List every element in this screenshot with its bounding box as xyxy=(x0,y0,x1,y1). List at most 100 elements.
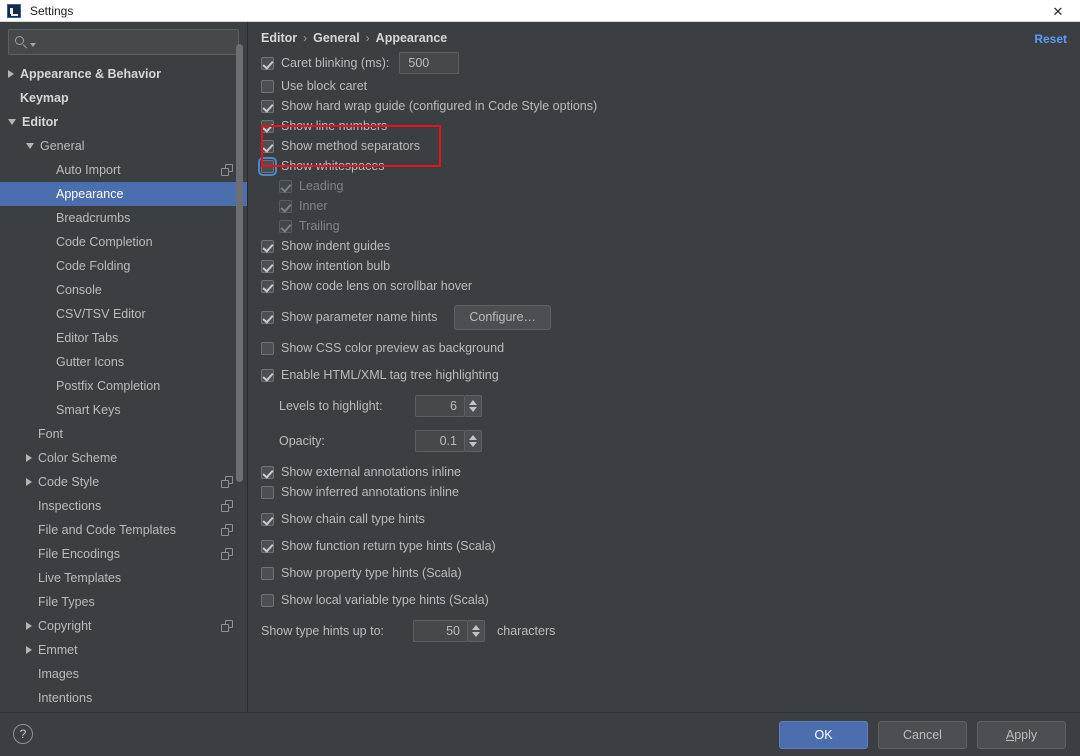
spinner-up-icon[interactable] xyxy=(472,625,480,630)
sidebar-scrollbar[interactable] xyxy=(236,44,243,482)
sidebar-item-breadcrumbs[interactable]: Breadcrumbs xyxy=(0,206,247,230)
checkbox[interactable] xyxy=(261,79,274,93)
chevron-down-icon[interactable] xyxy=(26,143,34,149)
checkbox[interactable] xyxy=(261,465,274,479)
ok-button[interactable]: OK xyxy=(779,721,868,749)
checkbox[interactable] xyxy=(261,341,274,355)
breadcrumb-item-general[interactable]: General xyxy=(313,31,360,45)
spinner-buttons[interactable] xyxy=(465,430,482,452)
sidebar-item-editor-tabs[interactable]: Editor Tabs xyxy=(0,326,247,350)
spinner[interactable]: 50 xyxy=(413,620,485,642)
sidebar-item-general[interactable]: General xyxy=(0,134,247,158)
option-row[interactable]: Show intention bulb xyxy=(248,256,1080,276)
checkbox[interactable] xyxy=(261,259,274,273)
checkbox[interactable] xyxy=(261,485,274,499)
spinner[interactable]: 6 xyxy=(415,395,482,417)
copy-icon[interactable] xyxy=(221,500,233,512)
sidebar-item-editor[interactable]: Editor xyxy=(0,110,247,134)
option-row[interactable]: Show function return type hints (Scala) xyxy=(248,536,1080,556)
option-row[interactable]: Show inferred annotations inline xyxy=(248,482,1080,502)
sidebar-item-images[interactable]: Images xyxy=(0,662,247,686)
checkbox[interactable] xyxy=(279,219,292,233)
spinner-up-icon[interactable] xyxy=(469,400,477,405)
sidebar-item-postfix-completion[interactable]: Postfix Completion xyxy=(0,374,247,398)
sidebar-item-appearance-behavior[interactable]: Appearance & Behavior xyxy=(0,62,247,86)
sidebar-item-live-templates[interactable]: Live Templates xyxy=(0,566,247,590)
configure-button[interactable]: Configure… xyxy=(454,304,552,330)
breadcrumb-item-editor[interactable]: Editor xyxy=(261,31,297,45)
option-row[interactable]: Show CSS color preview as background xyxy=(248,338,1080,358)
spinner-down-icon[interactable] xyxy=(469,442,477,447)
reset-link[interactable]: Reset xyxy=(1034,32,1067,46)
option-row[interactable]: Show chain call type hints xyxy=(248,509,1080,529)
sidebar-item-inspections[interactable]: Inspections xyxy=(0,494,247,518)
breadcrumb-item-appearance[interactable]: Appearance xyxy=(376,31,448,45)
option-row[interactable]: Show property type hints (Scala) xyxy=(248,563,1080,583)
sidebar-item-file-and-code-templates[interactable]: File and Code Templates xyxy=(0,518,247,542)
sidebar-item-emmet[interactable]: Emmet xyxy=(0,638,247,662)
option-row[interactable]: Show method separators xyxy=(248,136,1080,156)
spinner-buttons[interactable] xyxy=(465,395,482,417)
checkbox[interactable] xyxy=(261,139,274,153)
sidebar-item-code-folding[interactable]: Code Folding xyxy=(0,254,247,278)
apply-button[interactable]: Apply xyxy=(977,721,1066,749)
sidebar-item-console[interactable]: Console xyxy=(0,278,247,302)
copy-icon[interactable] xyxy=(221,164,233,176)
option-row[interactable]: Enable HTML/XML tag tree highlighting xyxy=(248,365,1080,385)
option-row[interactable]: Show type hints up to: 50 characters xyxy=(248,617,1080,645)
copy-icon[interactable] xyxy=(221,524,233,536)
option-row[interactable]: Caret blinking (ms): 500 xyxy=(248,50,1080,76)
search-box[interactable] xyxy=(8,29,239,55)
help-button[interactable]: ? xyxy=(13,724,33,744)
copy-icon[interactable] xyxy=(221,620,233,632)
chevron-right-icon[interactable] xyxy=(26,478,32,486)
sidebar-item-keymap[interactable]: Keymap xyxy=(0,86,247,110)
sidebar-item-code-completion[interactable]: Code Completion xyxy=(0,230,247,254)
sidebar-item-smart-keys[interactable]: Smart Keys xyxy=(0,398,247,422)
sidebar-item-color-scheme[interactable]: Color Scheme xyxy=(0,446,247,470)
checkbox[interactable] xyxy=(261,99,274,113)
option-row[interactable]: Show hard wrap guide (configured in Code… xyxy=(248,96,1080,116)
option-row[interactable]: Show line numbers xyxy=(248,116,1080,136)
sidebar-item-font[interactable]: Font xyxy=(0,422,247,446)
checkbox[interactable] xyxy=(261,279,274,293)
sidebar-item-csv-tsv-editor[interactable]: CSV/TSV Editor xyxy=(0,302,247,326)
checkbox[interactable] xyxy=(261,239,274,253)
close-icon[interactable]: ✕ xyxy=(1036,0,1080,22)
spinner-down-icon[interactable] xyxy=(469,407,477,412)
option-row[interactable]: Show parameter name hints Configure… xyxy=(248,303,1080,331)
spinner-up-icon[interactable] xyxy=(469,435,477,440)
option-row[interactable]: Show whitespaces xyxy=(248,156,1080,176)
chevron-right-icon[interactable] xyxy=(26,454,32,462)
sidebar-item-code-style[interactable]: Code Style xyxy=(0,470,247,494)
checkbox[interactable] xyxy=(261,119,274,133)
copy-icon[interactable] xyxy=(221,476,233,488)
chevron-right-icon[interactable] xyxy=(26,646,32,654)
checkbox[interactable] xyxy=(261,310,274,324)
sidebar-item-file-encodings[interactable]: File Encodings xyxy=(0,542,247,566)
checkbox[interactable] xyxy=(261,368,274,382)
search-input[interactable] xyxy=(36,34,238,50)
checkbox[interactable] xyxy=(261,539,274,553)
chevron-right-icon[interactable] xyxy=(8,70,14,78)
option-row[interactable]: Opacity: 0.1 xyxy=(248,427,1080,455)
caret-blinking-input[interactable]: 500 xyxy=(399,52,460,74)
option-row[interactable]: Inner xyxy=(248,196,1080,216)
sidebar-item-file-types[interactable]: File Types xyxy=(0,590,247,614)
checkbox[interactable] xyxy=(261,566,274,580)
checkbox[interactable] xyxy=(279,199,292,213)
sidebar-item-intentions[interactable]: Intentions xyxy=(0,686,247,710)
chevron-down-icon[interactable] xyxy=(8,119,16,125)
checkbox[interactable] xyxy=(261,56,274,70)
spinner-buttons[interactable] xyxy=(468,620,485,642)
checkbox[interactable] xyxy=(279,179,292,193)
option-row[interactable]: Use block caret xyxy=(248,76,1080,96)
spinner-value[interactable]: 6 xyxy=(415,395,465,417)
chevron-right-icon[interactable] xyxy=(26,622,32,630)
sidebar-item-auto-import[interactable]: Auto Import xyxy=(0,158,247,182)
spinner-value[interactable]: 0.1 xyxy=(415,430,465,452)
sidebar-item-copyright[interactable]: Copyright xyxy=(0,614,247,638)
checkbox[interactable] xyxy=(258,156,277,176)
cancel-button[interactable]: Cancel xyxy=(878,721,967,749)
spinner-value[interactable]: 50 xyxy=(413,620,468,642)
